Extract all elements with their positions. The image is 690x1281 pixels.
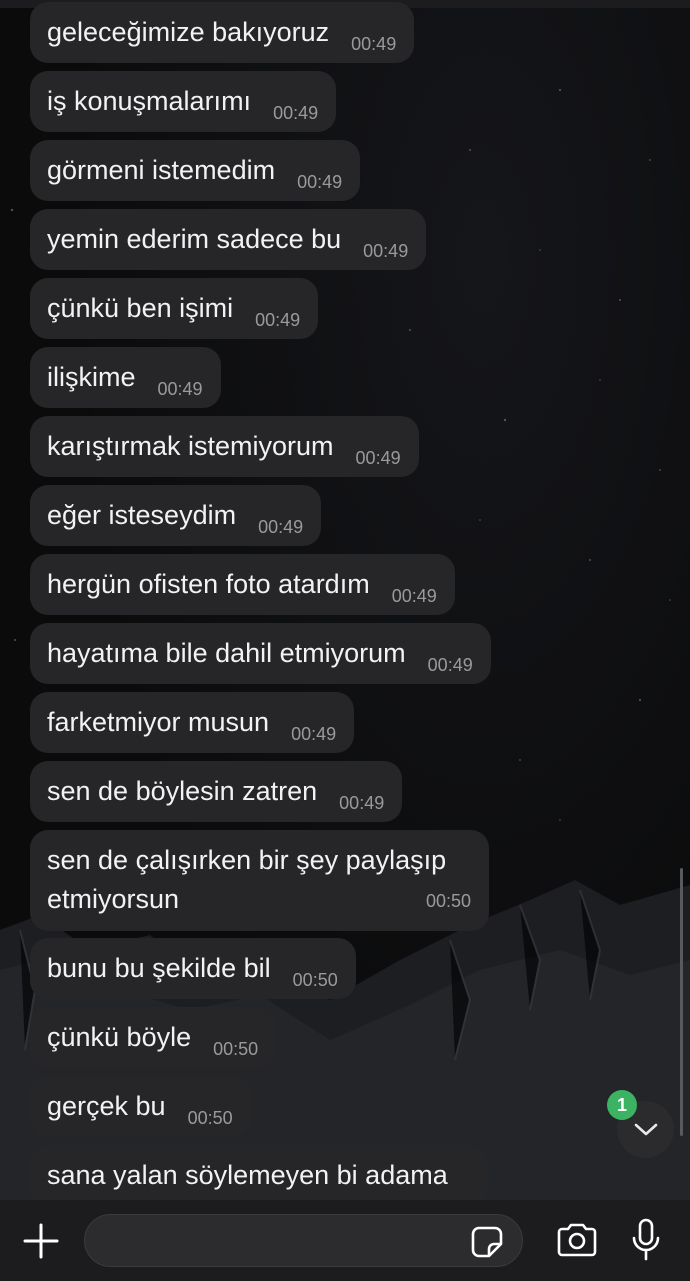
message-bubble[interactable]: sana yalan söylemeyen bi adama <box>30 1145 488 1200</box>
message-time: 00:49 <box>258 517 304 537</box>
message-text: geleceğimize bakıyoruz <box>47 17 330 47</box>
message-text: eğer isteseydim <box>47 500 237 530</box>
message-text: çünkü böyle <box>47 1022 192 1052</box>
unread-count-badge: 1 <box>607 1090 637 1120</box>
message-time: 00:49 <box>273 103 319 123</box>
message-text: iş konuşmalarımı <box>47 86 252 116</box>
message-text: sen de böylesin zatren <box>47 776 318 806</box>
message-time: 00:49 <box>391 586 437 606</box>
message-bubble[interactable]: eğer isteseydim 00:49 <box>30 485 322 546</box>
message-input[interactable] <box>84 1214 523 1267</box>
message-text: hayatıma bile dahil etmiyorum <box>47 638 406 668</box>
message-bubble[interactable]: geleceğimize bakıyoruz 00:49 <box>30 2 415 63</box>
message-bubble[interactable]: çünkü ben işimi 00:49 <box>30 278 319 339</box>
message-time: 00:50 <box>213 1039 259 1059</box>
message-text: karıştırmak istemiyorum <box>47 431 334 461</box>
message-time: 00:50 <box>187 1108 233 1128</box>
message-text: farketmiyor musun <box>47 707 270 737</box>
message-text: ilişkime <box>47 362 136 392</box>
message-bubble[interactable]: hayatıma bile dahil etmiyorum 00:49 <box>30 623 491 684</box>
message-time: 00:50 <box>425 891 471 911</box>
message-time: 00:49 <box>157 379 203 399</box>
message-text: sana yalan söylemeyen bi adama <box>47 1160 448 1190</box>
message-time: 00:49 <box>297 172 343 192</box>
camera-icon <box>557 1223 597 1257</box>
message-bubble[interactable]: gerçek bu 00:50 <box>30 1076 251 1137</box>
microphone-icon <box>632 1218 660 1261</box>
message-bubble[interactable]: yemin ederim sadece bu 00:49 <box>30 209 427 270</box>
message-bubble[interactable]: bunu bu şekilde bil 00:50 <box>30 938 356 999</box>
message-time: 00:49 <box>351 34 397 54</box>
message-text: görmeni istemedim <box>47 155 276 185</box>
message-bubble[interactable]: iş konuşmalarımı 00:49 <box>30 71 337 132</box>
message-bubble[interactable]: çünkü böyle 00:50 <box>30 1007 277 1068</box>
sticker-button[interactable] <box>470 1225 504 1259</box>
message-text: sen de çalışırken bir şey paylaşıp etmiy… <box>47 845 447 914</box>
message-text: çünkü ben işimi <box>47 293 234 323</box>
message-bubble[interactable]: ilişkime 00:49 <box>30 347 221 408</box>
message-time: 00:49 <box>363 241 409 261</box>
message-text: yemin ederim sadece bu <box>47 224 342 254</box>
message-text: bunu bu şekilde bil <box>47 953 271 983</box>
message-bubble[interactable]: hergün ofisten foto atardım 00:49 <box>30 554 455 615</box>
message-bubble[interactable]: farketmiyor musun 00:49 <box>30 692 355 753</box>
message-bubble[interactable]: sen de böylesin zatren 00:49 <box>30 761 403 822</box>
camera-button[interactable] <box>555 1222 599 1258</box>
message-bubble[interactable]: sen de çalışırken bir şey paylaşıp etmiy… <box>30 830 489 931</box>
attach-button[interactable] <box>22 1222 60 1260</box>
message-text: hergün ofisten foto atardım <box>47 569 370 599</box>
message-list[interactable]: geleceğimize bakıyoruz 00:49 iş konuşmala… <box>0 0 690 1200</box>
message-text: gerçek bu <box>47 1091 166 1121</box>
message-time: 00:49 <box>427 655 473 675</box>
message-time: 00:49 <box>291 724 337 744</box>
message-bubble[interactable]: görmeni istemedim 00:49 <box>30 140 361 201</box>
message-bubble[interactable]: karıştırmak istemiyorum 00:49 <box>30 416 419 477</box>
message-time: 00:49 <box>255 310 301 330</box>
sticker-icon <box>471 1226 503 1258</box>
message-time: 00:50 <box>292 970 338 990</box>
scrollbar[interactable] <box>680 868 683 1136</box>
message-time: 00:49 <box>339 793 385 813</box>
message-time: 00:49 <box>355 448 401 468</box>
voice-message-button[interactable] <box>631 1218 661 1262</box>
plus-icon <box>23 1223 59 1259</box>
chevron-down-icon <box>634 1123 657 1135</box>
